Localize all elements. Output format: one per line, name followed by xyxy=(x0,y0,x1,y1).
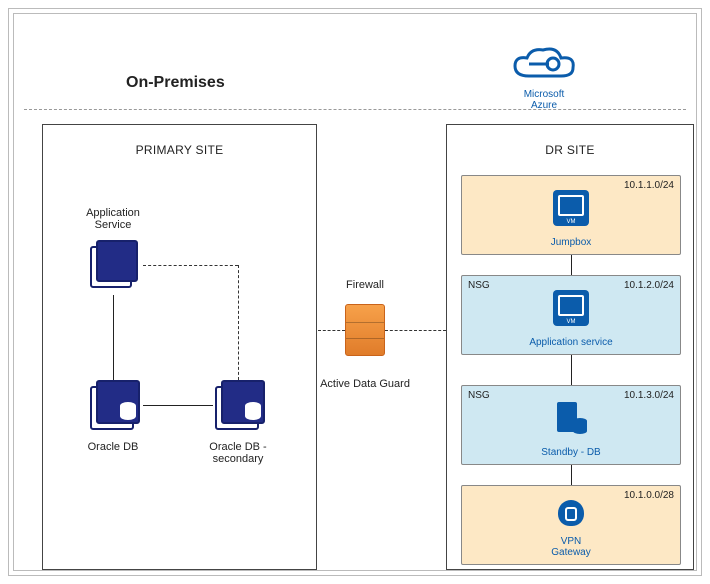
divider-dashed xyxy=(24,109,686,110)
standby-db-node: NSG 10.1.3.0/24 Standby - DB xyxy=(461,385,681,465)
connector-dashed xyxy=(385,330,446,331)
vm-icon: VM xyxy=(553,190,589,226)
vpn-gateway-icon xyxy=(554,500,588,534)
connector xyxy=(571,355,572,385)
firewall-label: Firewall xyxy=(320,279,410,291)
app-service-node: NSG 10.1.2.0/24 VM Application service xyxy=(461,275,681,355)
vm-icon: VM xyxy=(553,290,589,326)
dr-site-box: DR SITE 10.1.1.0/24 VM Jumpbox NSG 10.1.… xyxy=(446,124,694,570)
primary-site-box: PRIMARY SITE Application Service Oracle … xyxy=(42,124,317,570)
app-service-label: Application service xyxy=(462,337,680,348)
primary-site-title: PRIMARY SITE xyxy=(43,143,316,157)
azure-cloud-icon xyxy=(509,44,579,86)
azure-cloud-label: Microsoft Azure xyxy=(509,89,579,111)
dr-site-title: DR SITE xyxy=(447,143,693,157)
oracle-db-secondary-label: Oracle DB - secondary xyxy=(193,441,283,465)
standby-cidr: 10.1.3.0/24 xyxy=(624,390,674,401)
app-service-cidr: 10.1.2.0/24 xyxy=(624,280,674,291)
connector xyxy=(571,465,572,485)
database-icon xyxy=(553,400,589,436)
vpn-label: VPN Gateway xyxy=(462,536,680,558)
connector-dashed xyxy=(318,330,345,331)
active-data-guard-label: Active Data Guard xyxy=(320,378,410,390)
jumpbox-cidr: 10.1.1.0/24 xyxy=(624,180,674,191)
app-service-icon xyxy=(88,240,138,290)
connector-dashed xyxy=(238,265,239,380)
oracle-db-primary-icon xyxy=(88,380,138,430)
oracle-db-secondary-icon xyxy=(213,380,263,430)
standby-nsg: NSG xyxy=(468,390,490,401)
vpn-gateway-node: 10.1.0.0/28 VPN Gateway xyxy=(461,485,681,565)
connector xyxy=(571,255,572,275)
vpn-cidr: 10.1.0.0/28 xyxy=(624,490,674,501)
standby-label: Standby - DB xyxy=(462,447,680,458)
on-premises-heading: On-Premises xyxy=(126,74,225,92)
firewall-icon xyxy=(345,304,385,356)
connector xyxy=(143,405,213,406)
connector xyxy=(113,295,114,380)
jumpbox-label: Jumpbox xyxy=(462,237,680,248)
diagram-inner-frame: On-Premises Microsoft Azure PRIMARY SITE… xyxy=(13,13,697,571)
oracle-db-primary-label: Oracle DB xyxy=(68,441,158,453)
diagram-frame: On-Premises Microsoft Azure PRIMARY SITE… xyxy=(8,8,702,576)
jumpbox-node: 10.1.1.0/24 VM Jumpbox xyxy=(461,175,681,255)
app-service-label: Application Service xyxy=(68,207,158,231)
app-service-nsg: NSG xyxy=(468,280,490,291)
connector-dashed xyxy=(143,265,238,266)
